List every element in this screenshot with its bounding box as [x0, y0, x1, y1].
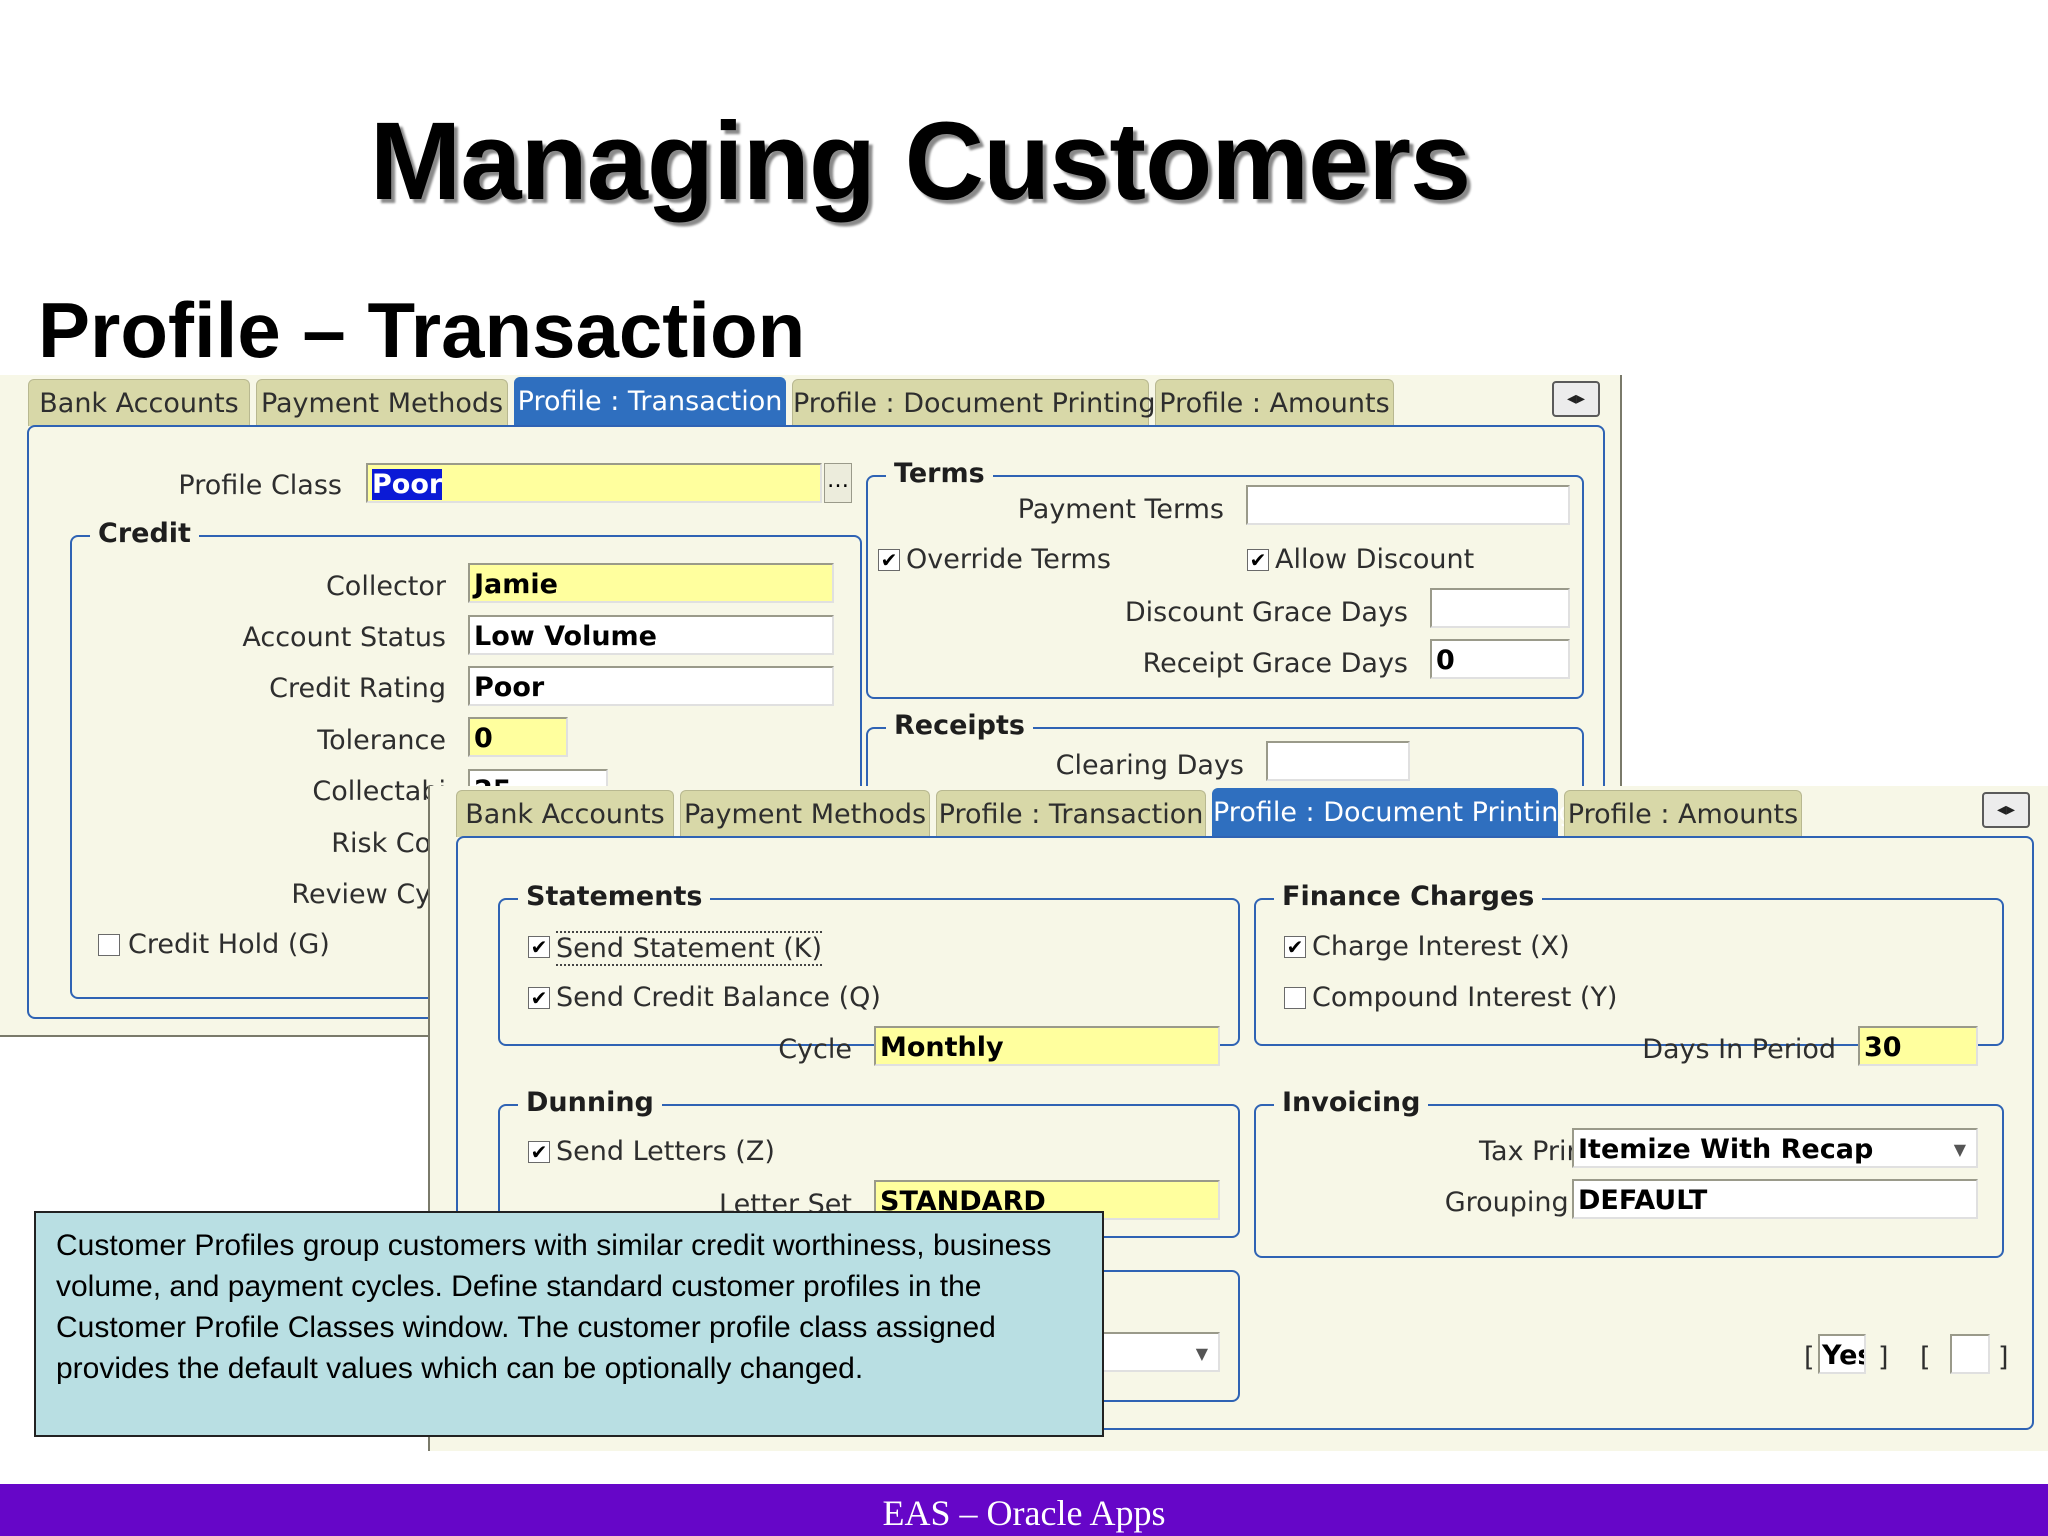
- collector-label: Collector: [325, 571, 446, 602]
- send-statement-checkbox[interactable]: ✔: [528, 936, 550, 958]
- tab-profile-amounts[interactable]: Profile : Amounts: [1155, 379, 1394, 426]
- tolerance-field[interactable]: 0: [468, 717, 568, 757]
- bracket-open: [: [1804, 1342, 1815, 1373]
- charge-interest-checkbox[interactable]: ✔: [1284, 936, 1306, 958]
- tab-profile-amounts[interactable]: Profile : Amounts: [1564, 790, 1802, 837]
- send-letters-checkbox[interactable]: ✔: [528, 1141, 550, 1163]
- cycle-label: Cycle: [778, 1034, 852, 1065]
- chevron-down-icon[interactable]: ▼: [1954, 1130, 1966, 1166]
- days-in-period-field[interactable]: 30: [1858, 1026, 1978, 1066]
- charge-interest-label: Charge Interest (X): [1312, 931, 1570, 962]
- tab-profile-document-printing[interactable]: Profile : Document Printing: [1212, 788, 1576, 837]
- statements-group: Statements: [498, 881, 1240, 1046]
- tax-printing-select[interactable]: Itemize With Recap ▼: [1572, 1128, 1978, 1168]
- chevron-down-icon[interactable]: ▼: [1196, 1334, 1208, 1370]
- profile-class-field[interactable]: Poor: [366, 463, 822, 503]
- credit-hold-label: Credit Hold (G): [128, 929, 330, 960]
- tab-bank-accounts[interactable]: Bank Accounts: [456, 790, 674, 837]
- footer-text: EAS – Oracle Apps: [882, 1493, 1166, 1533]
- account-status-field[interactable]: Low Volume: [468, 615, 834, 655]
- flex-field-empty[interactable]: [1950, 1334, 1990, 1374]
- tab-payment-methods[interactable]: Payment Methods: [680, 790, 930, 837]
- slide-subtitle: Profile – Transaction: [38, 286, 806, 374]
- tab-profile-document-printing[interactable]: Profile : Document Printing: [792, 379, 1156, 426]
- compound-interest-label: Compound Interest (Y): [1312, 982, 1618, 1013]
- credit-rating-label: Credit Rating: [269, 673, 446, 704]
- payment-terms-label: Payment Terms: [1017, 494, 1224, 525]
- tax-printing-value: Itemize With Recap: [1578, 1134, 1874, 1165]
- grouping-rule-field[interactable]: DEFAULT: [1572, 1179, 1978, 1219]
- callout-box: Customer Profiles group customers with s…: [34, 1211, 1104, 1437]
- credit-group-title: Credit: [90, 518, 199, 549]
- payment-terms-field[interactable]: [1246, 485, 1570, 525]
- finance-charges-group: Finance Charges: [1254, 881, 2004, 1046]
- send-credit-balance-checkbox[interactable]: ✔: [528, 987, 550, 1009]
- clearing-days-field[interactable]: [1266, 741, 1410, 781]
- discount-grace-label: Discount Grace Days: [1124, 597, 1408, 628]
- profile-class-label: Profile Class: [178, 470, 342, 501]
- terms-group-title: Terms: [886, 458, 993, 489]
- bracket-open-2: [: [1920, 1342, 1931, 1373]
- override-terms-checkbox[interactable]: ✔: [878, 549, 900, 571]
- send-statement-label: Send Statement (K): [556, 931, 823, 966]
- send-letters-label: Send Letters (Z): [556, 1136, 775, 1167]
- tab-payment-methods[interactable]: Payment Methods: [256, 379, 508, 426]
- cycle-field[interactable]: Monthly: [874, 1026, 1220, 1066]
- ellipsis-icon[interactable]: …: [824, 463, 852, 503]
- flex-field-yes[interactable]: Yes: [1818, 1334, 1866, 1374]
- override-terms-label: Override Terms: [906, 544, 1111, 575]
- credit-rating-field[interactable]: Poor: [468, 666, 834, 706]
- receipt-grace-label: Receipt Grace Days: [1142, 648, 1408, 679]
- receipt-grace-field[interactable]: 0: [1430, 639, 1570, 679]
- tab-profile-transaction[interactable]: Profile : Transaction: [936, 790, 1206, 837]
- tab-bank-accounts[interactable]: Bank Accounts: [28, 379, 250, 426]
- review-cycle-label: Review Cyc: [291, 879, 446, 910]
- collectable-label: Collectabi: [312, 776, 446, 807]
- clearing-days-label: Clearing Days: [1055, 750, 1244, 781]
- days-in-period-label: Days In Period: [1642, 1034, 1836, 1065]
- compound-interest-checkbox[interactable]: [1284, 987, 1306, 1009]
- credit-hold-checkbox[interactable]: [98, 934, 120, 956]
- allow-discount-checkbox[interactable]: ✔: [1247, 549, 1269, 571]
- invoicing-group-title: Invoicing: [1274, 1087, 1429, 1118]
- bracket-close: ]: [1878, 1342, 1889, 1373]
- account-status-label: Account Status: [242, 622, 446, 653]
- left-right-arrows-icon[interactable]: ◂▸: [1982, 792, 2030, 828]
- allow-discount-label: Allow Discount: [1275, 544, 1475, 575]
- discount-grace-field[interactable]: [1430, 588, 1570, 628]
- tolerance-label: Tolerance: [317, 725, 446, 756]
- tab-profile-transaction[interactable]: Profile : Transaction: [514, 377, 786, 426]
- receipts-group-title: Receipts: [886, 710, 1033, 741]
- profile-class-value: Poor: [372, 469, 443, 500]
- dunning-group-title: Dunning: [518, 1087, 662, 1118]
- risk-code-label: Risk Coc: [331, 828, 446, 859]
- collector-field[interactable]: Jamie: [468, 563, 834, 603]
- finance-charges-group-title: Finance Charges: [1274, 881, 1543, 912]
- left-right-arrows-icon[interactable]: ◂▸: [1552, 381, 1600, 417]
- slide-title: Managing Customers: [369, 100, 1471, 223]
- statements-group-title: Statements: [518, 881, 711, 912]
- send-credit-balance-label: Send Credit Balance (Q): [556, 982, 881, 1013]
- footer-bar: EAS – Oracle Apps: [0, 1484, 2048, 1536]
- bracket-close-2: ]: [1998, 1342, 2009, 1373]
